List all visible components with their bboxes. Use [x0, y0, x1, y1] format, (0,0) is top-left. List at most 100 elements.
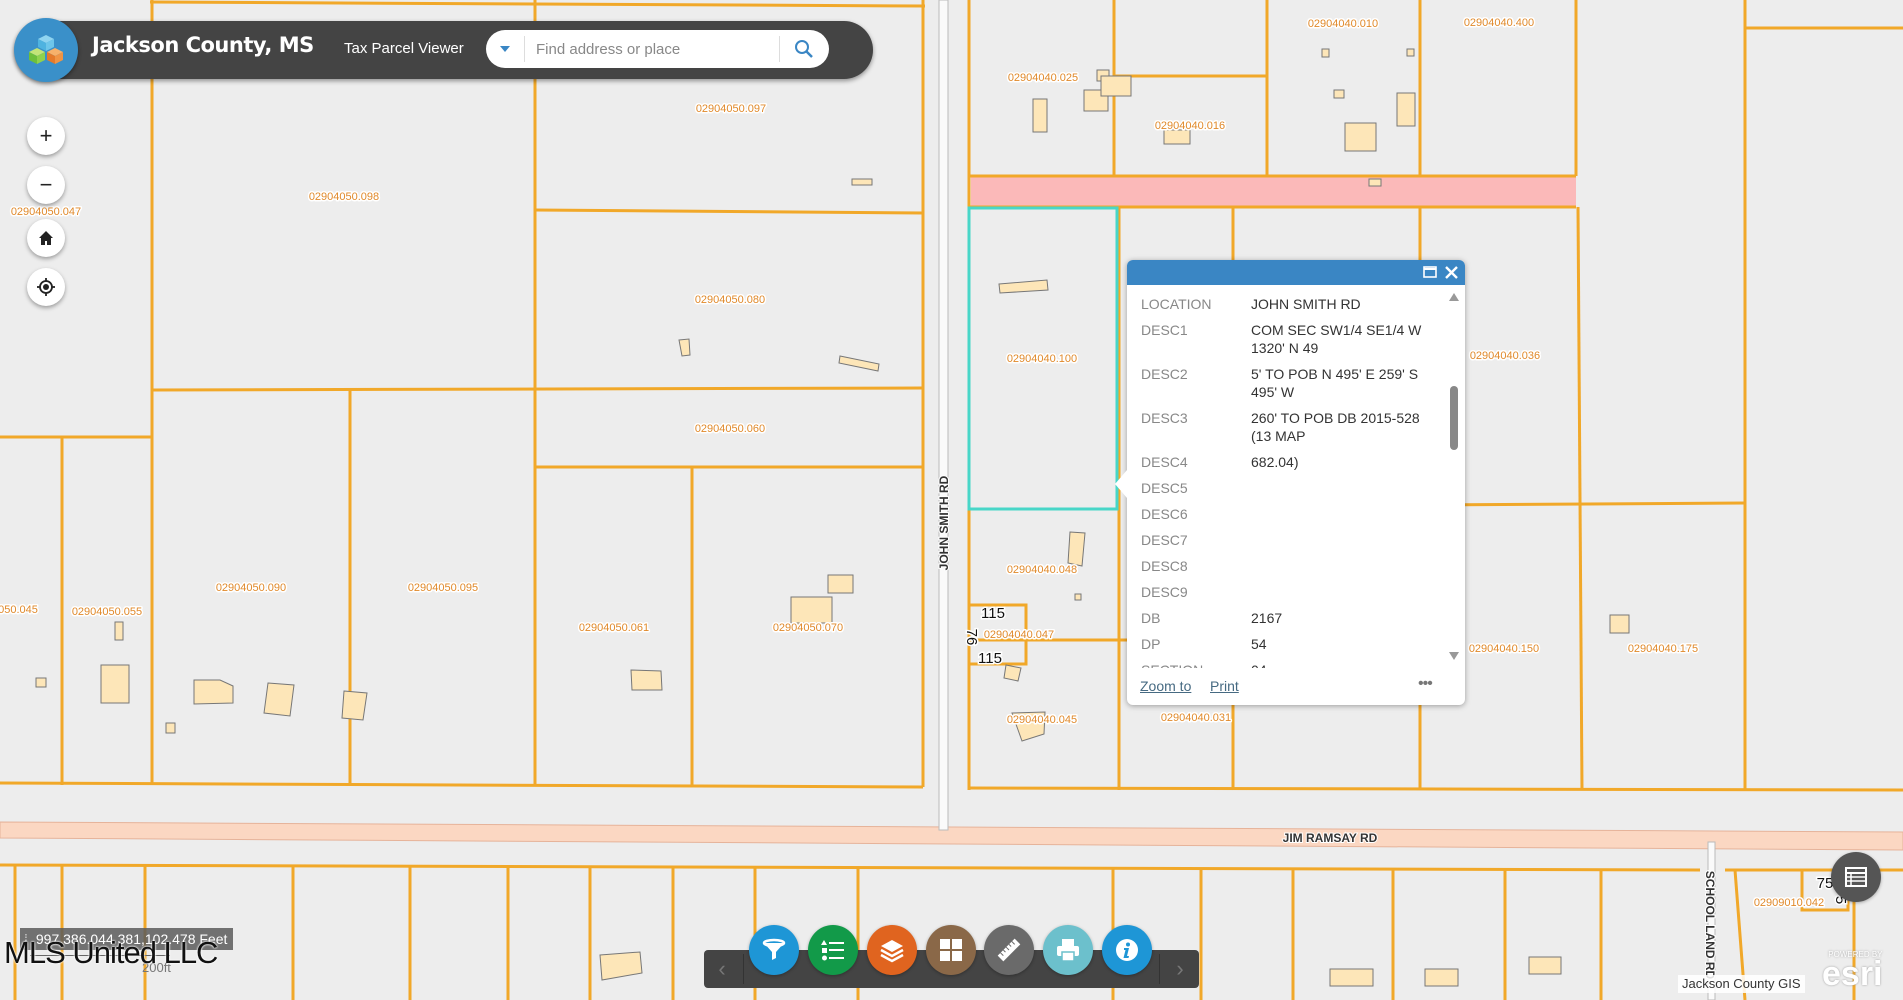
search-input[interactable]	[534, 34, 758, 64]
attribution: Jackson County GIS	[1678, 975, 1805, 993]
parcel-label: 02904040.025	[1008, 72, 1078, 84]
zoom-to-link[interactable]: Zoom to	[1140, 678, 1191, 694]
filter-icon	[762, 938, 786, 960]
road-label-john-smith: JOHN SMITH RD	[937, 475, 951, 570]
dimension-label: 115	[981, 605, 1005, 622]
field-key: DESC7	[1141, 532, 1188, 548]
popup-field-row: SECTION04	[1127, 661, 1449, 668]
parcel-label: 02904040.036	[1470, 350, 1540, 362]
road-label-school-land: SCHOOL LAND RD	[1703, 871, 1717, 980]
parcel-label: 02904050.047	[11, 206, 81, 218]
map-background	[0, 0, 1903, 1000]
esri-logo: POWERED BY esri	[1822, 950, 1883, 993]
parcel-label: 02904040.031	[1161, 712, 1231, 724]
printer-icon	[1057, 939, 1079, 962]
parcel-label: 02904050.098	[309, 191, 379, 203]
field-value: 260' TO POB DB 2015-528 (13 MAP	[1251, 410, 1420, 444]
field-value	[1251, 479, 1435, 497]
parcel-label: 02904050.095	[408, 582, 478, 594]
legend-list-icon	[1845, 867, 1867, 887]
popup-field-row: DESC1 COM SEC SW1/4 SE1/4 W 1320' N 49	[1127, 321, 1449, 357]
popup-field-row: DESC8	[1127, 557, 1449, 575]
search-icon[interactable]	[782, 30, 826, 68]
parcel-label: 02904050.090	[216, 582, 286, 594]
popup-scrollbar[interactable]	[1447, 290, 1461, 665]
toolbar-divider	[743, 954, 744, 984]
field-value	[1251, 583, 1435, 601]
caret-down-icon[interactable]	[486, 30, 524, 68]
field-key: SECTION	[1141, 661, 1251, 668]
parcel-label: 050.045	[0, 604, 38, 616]
scroll-down-icon[interactable]	[1449, 652, 1459, 660]
dimension-label: 76	[963, 629, 980, 646]
close-icon[interactable]	[1444, 265, 1459, 280]
field-value: 2167	[1251, 610, 1283, 626]
parcel-label: 02904040.010	[1308, 18, 1378, 30]
parcel-label: 02904040.150	[1469, 643, 1539, 655]
measure-button[interactable]	[984, 925, 1034, 975]
field-key: DP	[1141, 636, 1161, 652]
print-link[interactable]: Print	[1210, 678, 1239, 694]
popup-field-row: DESC2 5' TO POB N 495' E 259' S 495' W	[1127, 365, 1449, 401]
field-key: LOCATION	[1141, 296, 1212, 312]
field-value: 04	[1251, 661, 1435, 668]
basemap-gallery-button[interactable]	[926, 925, 976, 975]
search-widget	[486, 30, 829, 68]
pink-parcel-band	[971, 177, 1576, 206]
filter-button[interactable]	[749, 925, 799, 975]
maximize-icon[interactable]	[1423, 266, 1437, 278]
parcel-label: 02904050.055	[72, 606, 142, 618]
parcel-label: 02909010.042	[1754, 897, 1824, 909]
cubes-logo-icon	[14, 18, 78, 82]
grid-icon	[940, 939, 962, 961]
john-smith-rd	[938, 0, 949, 831]
about-button[interactable]	[1102, 925, 1152, 975]
layers-icon	[880, 940, 904, 963]
road-label-jim-ramsay: JIM RAMSAY RD	[1283, 831, 1378, 845]
zoom-out-button[interactable]: −	[27, 166, 65, 204]
locate-icon	[37, 278, 55, 296]
parcel-label: 02904050.097	[696, 103, 766, 115]
popup-field-row: DB 2167	[1127, 609, 1449, 627]
map-canvas[interactable]: 02904040.025 02904040.016 02904040.010 0…	[0, 0, 1903, 1000]
layers-button[interactable]	[867, 925, 917, 975]
parcel-label: 02904040.045	[1007, 714, 1077, 726]
field-key: DESC9	[1141, 584, 1188, 600]
popup-field-row: DESC6	[1127, 505, 1449, 523]
parcel-label: 02904040.175	[1628, 643, 1698, 655]
popup-field-row: DESC3 260' TO POB DB 2015-528 (13 MAP	[1127, 409, 1449, 445]
popup-pointer	[1115, 470, 1127, 498]
field-value: 682.04)	[1251, 454, 1299, 470]
toolbar-next-button[interactable]: ›	[1162, 950, 1198, 988]
popup-field-row: DESC5	[1127, 479, 1449, 497]
zoom-in-button[interactable]: +	[27, 117, 65, 155]
field-key: DESC4	[1141, 454, 1188, 470]
popup-footer: Zoom to Print •••	[1127, 669, 1465, 705]
list-button[interactable]	[808, 925, 858, 975]
field-value	[1251, 505, 1435, 523]
popup-field-row: DESC9	[1127, 583, 1449, 601]
parcel-label: 02904040.048	[1007, 564, 1077, 576]
more-icon[interactable]: •••	[1418, 675, 1433, 693]
locate-button[interactable]	[27, 268, 65, 306]
toolbar-prev-button[interactable]: ‹	[704, 950, 740, 988]
scrollbar-thumb[interactable]	[1450, 386, 1458, 450]
parcel-popup: LOCATION JOHN SMITH RD DESC1 COM SEC SW1/4…	[1115, 260, 1465, 705]
toolbar-divider	[1159, 954, 1160, 984]
parcel-label: 02904050.060	[695, 423, 765, 435]
field-key: DESC3	[1141, 410, 1188, 426]
home-button[interactable]	[27, 219, 65, 257]
dimension-label: 115	[978, 650, 1002, 667]
legend-button[interactable]	[1831, 852, 1881, 902]
field-value: 54	[1251, 636, 1267, 652]
field-value	[1251, 557, 1435, 575]
esri-wordmark: esri	[1822, 955, 1883, 993]
field-value: COM SEC SW1/4 SE1/4 W 1320' N 49	[1251, 322, 1422, 356]
field-key: DESC6	[1141, 506, 1188, 522]
home-icon	[39, 231, 53, 245]
scroll-up-icon[interactable]	[1449, 293, 1459, 301]
popup-field-row: DESC4 682.04)	[1127, 453, 1449, 471]
search-divider	[524, 36, 525, 62]
print-button[interactable]	[1043, 925, 1093, 975]
parcel-label: 02904050.061	[579, 622, 649, 634]
